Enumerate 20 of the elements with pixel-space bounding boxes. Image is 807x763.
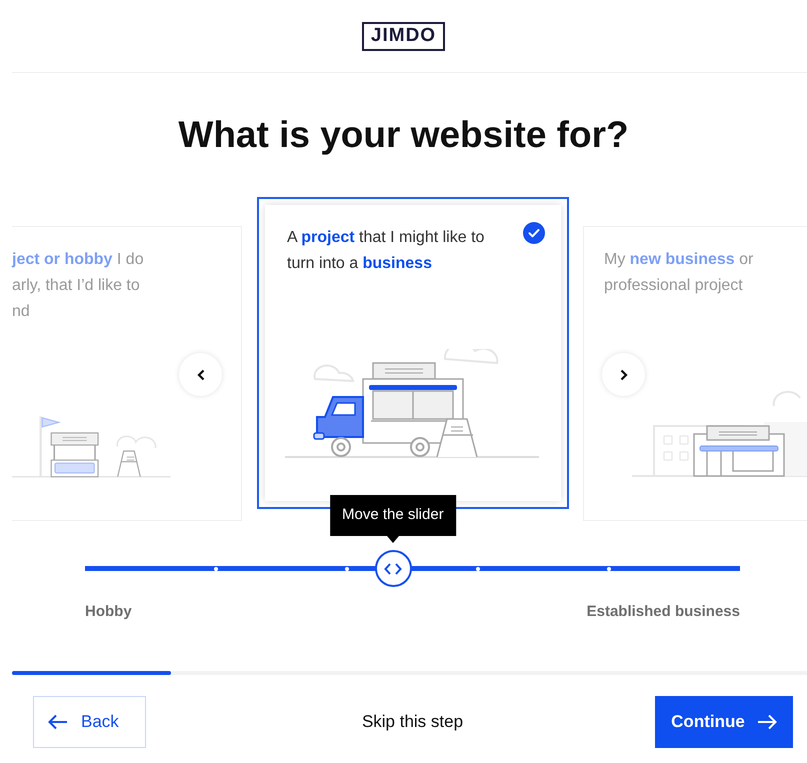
option-card[interactable]: A project that I might like to turn into a business: [257, 197, 569, 509]
slider-min-label: Hobby: [85, 602, 132, 622]
arrow-left-icon: [48, 714, 68, 730]
card-text: ject or hobby I do arly, that I’d like to nd: [12, 250, 145, 322]
logo: JIMDO: [362, 22, 446, 50]
card-text: A project that I might like to turn into a business: [287, 228, 486, 274]
slider-tooltip: Move the slider: [330, 495, 456, 536]
check-icon: [523, 222, 545, 244]
chevron-left-icon: [196, 368, 204, 380]
back-button[interactable]: Back: [33, 696, 146, 748]
slider-max-label: Established business: [586, 602, 740, 622]
continue-button[interactable]: Continue: [654, 696, 793, 748]
card-text: My new business or professional project: [604, 250, 754, 296]
chevron-right-icon: [620, 368, 628, 380]
skip-link[interactable]: Skip this step: [362, 708, 464, 734]
slider-thumb[interactable]: [374, 550, 412, 587]
arrow-right-icon: [756, 714, 777, 730]
page-title: What is your website for?: [177, 113, 630, 157]
left-right-arrows-icon: [384, 562, 402, 574]
tooltip-pointer-icon: [386, 536, 399, 543]
